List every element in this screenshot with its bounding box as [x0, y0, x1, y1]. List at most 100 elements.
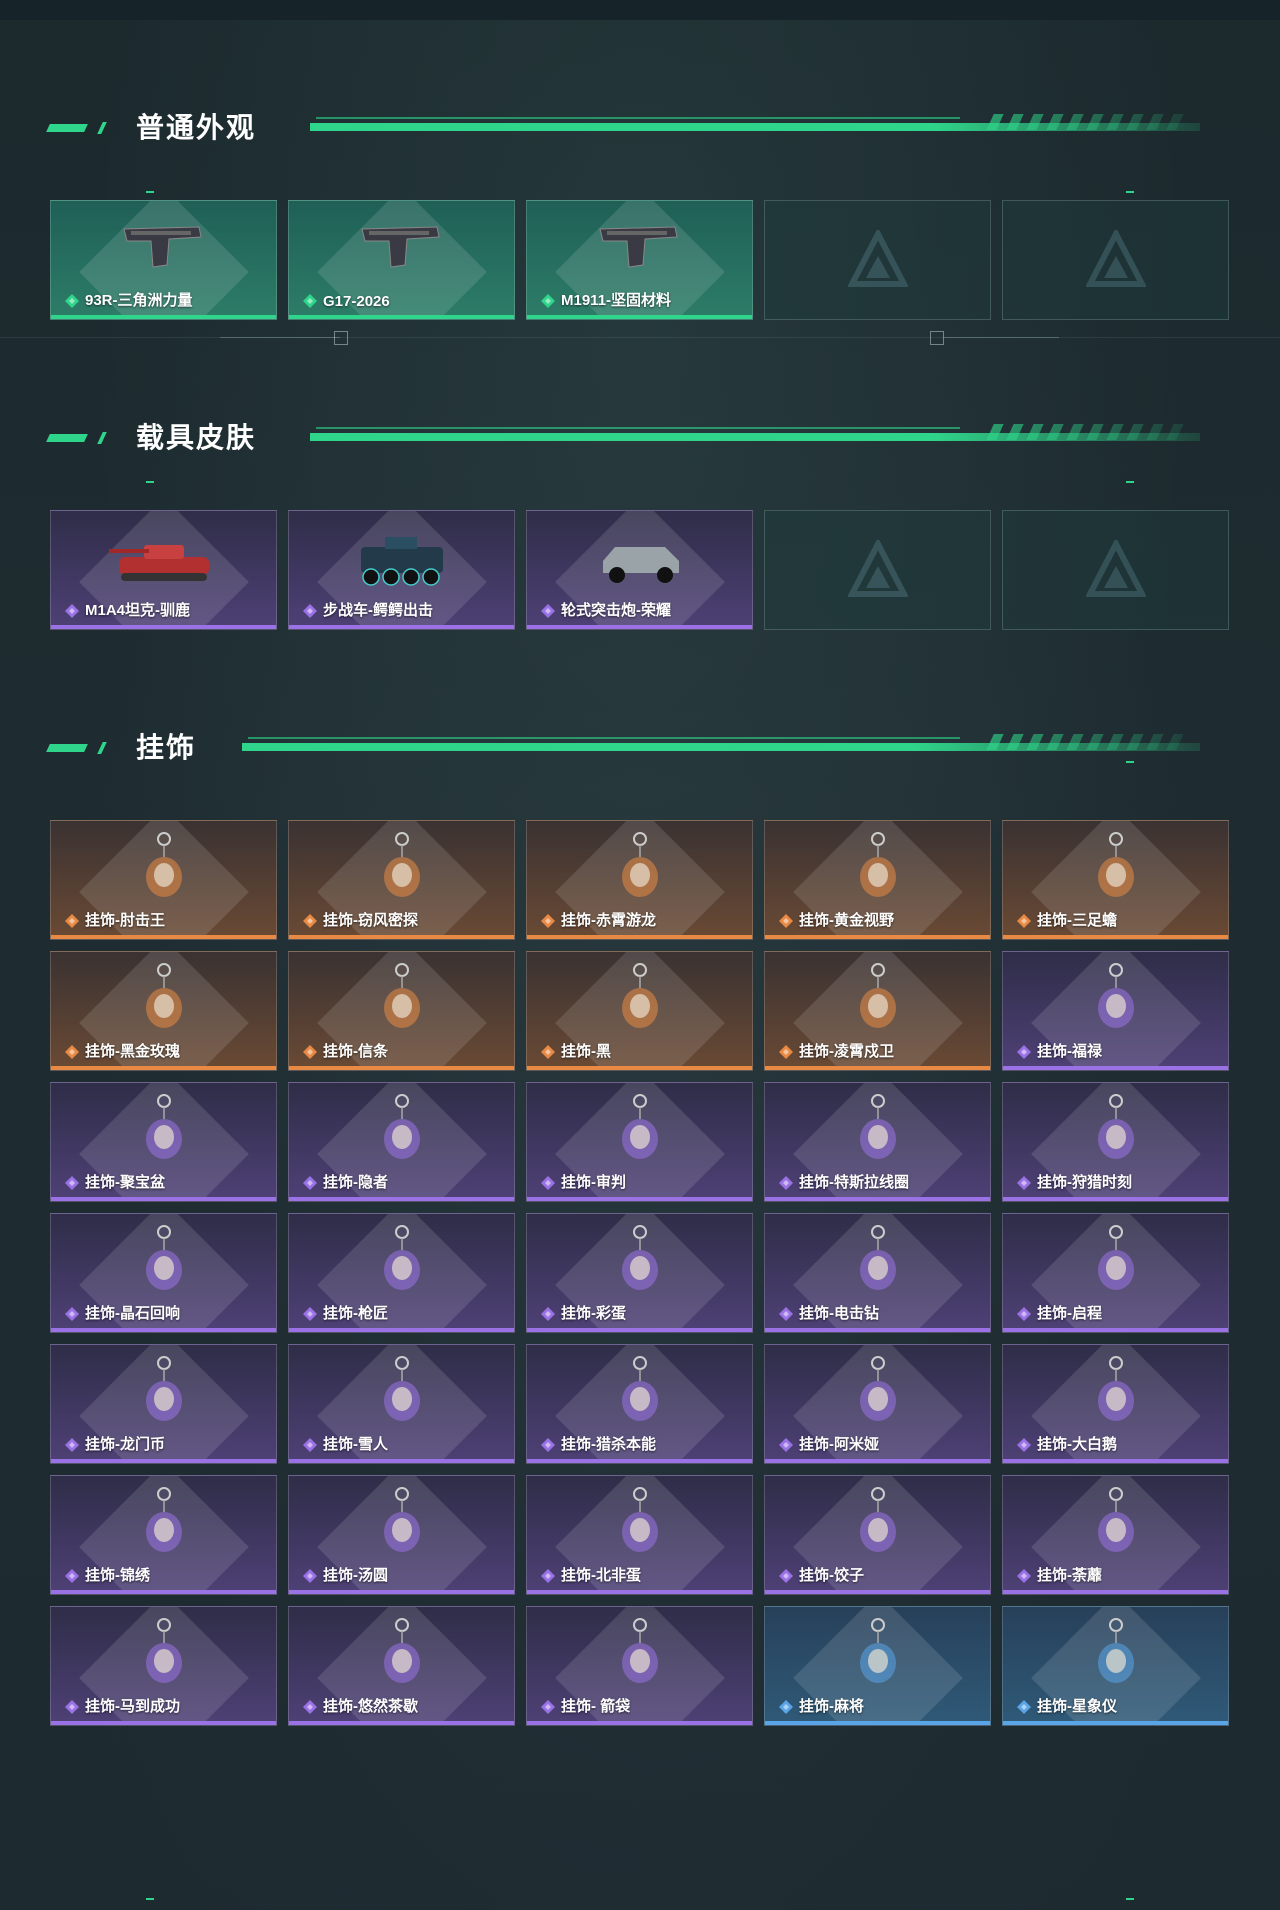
item-card[interactable]: 挂饰-龙门币 [50, 1344, 277, 1464]
item-card[interactable]: 挂饰-大白鹅 [1002, 1344, 1229, 1464]
divider-line [0, 337, 1280, 338]
item-name: 挂饰-黄金视野 [799, 912, 894, 929]
divider-line [220, 337, 340, 338]
item-name: 挂饰- 箭袋 [561, 1698, 631, 1715]
section-header-charms: 挂饰 [46, 730, 1200, 770]
charm-icon [859, 1225, 896, 1290]
item-card[interactable]: 挂饰-马到成功 [50, 1606, 277, 1726]
item-card[interactable]: 轮式突击炮-荣耀 [526, 510, 753, 630]
rarity-diamond-icon [65, 914, 79, 928]
rarity-bar [289, 1197, 514, 1201]
rarity-diamond-icon [779, 1569, 793, 1583]
divider-square [334, 331, 348, 345]
item-card[interactable]: 挂饰-彩蛋 [526, 1213, 753, 1333]
item-card[interactable]: 挂饰-信条 [288, 951, 515, 1071]
item-card[interactable]: 挂饰-晶石回响 [50, 1213, 277, 1333]
item-card[interactable]: M1A4坦克-驯鹿 [50, 510, 277, 630]
item-card[interactable]: 挂饰-麻将 [764, 1606, 991, 1726]
header-accent-dash [97, 122, 107, 134]
item-card[interactable]: 挂饰-黑金玫瑰 [50, 951, 277, 1071]
charm-icon [621, 832, 658, 897]
tick-mark [146, 191, 154, 193]
rarity-diamond-icon [303, 1176, 317, 1190]
item-card[interactable]: 挂饰-三足蟾 [1002, 820, 1229, 940]
rarity-bar [1003, 1328, 1228, 1332]
rarity-bar [51, 1590, 276, 1594]
item-card[interactable]: 挂饰-肘击王 [50, 820, 277, 940]
vehicle-skins-grid: M1A4坦克-驯鹿 步战车-鳄鳄出击 轮式突击炮-荣耀 [50, 510, 1229, 630]
item-card[interactable]: 挂饰-北非蛋 [526, 1475, 753, 1595]
charm-icon [859, 1094, 896, 1159]
delta-logo-icon [847, 540, 908, 597]
charm-icon [145, 1487, 182, 1552]
item-card[interactable]: 挂饰- 箭袋 [526, 1606, 753, 1726]
item-card[interactable]: 挂饰-隐者 [288, 1082, 515, 1202]
rarity-diamond-icon [65, 294, 79, 308]
item-card[interactable]: 挂饰-狩猎时刻 [1002, 1082, 1229, 1202]
header-thin-line [316, 117, 960, 119]
charm-icon [859, 1356, 896, 1421]
item-card[interactable]: 挂饰-枪匠 [288, 1213, 515, 1333]
header-checker-pattern [986, 114, 1184, 130]
item-card[interactable]: 挂饰-审判 [526, 1082, 753, 1202]
rarity-diamond-icon [541, 1438, 555, 1452]
charm-icon [383, 832, 420, 897]
item-name: 挂饰-彩蛋 [561, 1305, 626, 1322]
item-card[interactable]: 挂饰-阿米娅 [764, 1344, 991, 1464]
item-card[interactable]: 挂饰-黄金视野 [764, 820, 991, 940]
item-card[interactable]: 挂饰-雪人 [288, 1344, 515, 1464]
item-card[interactable]: 93R-三角洲力量 [50, 200, 277, 320]
item-name: 挂饰-信条 [323, 1043, 388, 1060]
item-name: 挂饰-隐者 [323, 1174, 388, 1191]
item-card[interactable]: 挂饰-电击钻 [764, 1213, 991, 1333]
rarity-diamond-icon [1017, 1569, 1031, 1583]
item-name: 挂饰-星象仪 [1037, 1698, 1117, 1715]
rarity-bar [289, 1328, 514, 1332]
item-card[interactable]: 挂饰-星象仪 [1002, 1606, 1229, 1726]
rarity-diamond-icon [541, 1045, 555, 1059]
rarity-diamond-icon [303, 1438, 317, 1452]
item-card[interactable]: M1911-坚固材料 [526, 200, 753, 320]
item-card[interactable]: 挂饰-悠然茶歇 [288, 1606, 515, 1726]
item-card[interactable]: 挂饰-凌霄戍卫 [764, 951, 991, 1071]
rarity-bar [527, 1197, 752, 1201]
charm-icon [383, 1094, 420, 1159]
item-card[interactable]: 挂饰-启程 [1002, 1213, 1229, 1333]
item-name: 93R-三角洲力量 [85, 292, 193, 309]
rarity-diamond-icon [65, 1569, 79, 1583]
charm-icon [621, 1225, 658, 1290]
item-card[interactable]: 挂饰-猎杀本能 [526, 1344, 753, 1464]
delta-logo-icon [1085, 230, 1146, 287]
rarity-bar [765, 1721, 990, 1725]
item-card[interactable]: 挂饰-饺子 [764, 1475, 991, 1595]
rarity-bar [51, 625, 276, 629]
charm-icon [621, 1094, 658, 1159]
item-card[interactable]: 挂饰-锦绣 [50, 1475, 277, 1595]
item-card[interactable]: 挂饰-聚宝盆 [50, 1082, 277, 1202]
rarity-bar [51, 1197, 276, 1201]
item-card[interactable]: 挂饰-福禄 [1002, 951, 1229, 1071]
charm-icon [621, 1487, 658, 1552]
item-card[interactable]: 挂饰-汤圆 [288, 1475, 515, 1595]
rarity-diamond-icon [541, 1569, 555, 1583]
item-card[interactable]: 挂饰-赤霄游龙 [526, 820, 753, 940]
item-card[interactable]: 挂饰-荼蘼 [1002, 1475, 1229, 1595]
rarity-diamond-icon [303, 1569, 317, 1583]
delta-logo-icon [1085, 540, 1146, 597]
item-card[interactable]: 挂饰-窃风密探 [288, 820, 515, 940]
item-name: 挂饰-阿米娅 [799, 1436, 879, 1453]
item-card[interactable]: G17-2026 [288, 200, 515, 320]
item-card[interactable]: 挂饰-黑 [526, 951, 753, 1071]
item-card[interactable]: 挂饰-特斯拉线圈 [764, 1082, 991, 1202]
item-card[interactable]: 步战车-鳄鳄出击 [288, 510, 515, 630]
item-name: 挂饰-赤霄游龙 [561, 912, 656, 929]
charm-icon [859, 1487, 896, 1552]
header-accent-dash [46, 434, 88, 442]
header-thin-line [248, 737, 960, 739]
item-name: 挂饰-聚宝盆 [85, 1174, 165, 1191]
rarity-bar [1003, 1066, 1228, 1070]
item-name: 挂饰-北非蛋 [561, 1567, 641, 1584]
item-name: 挂饰-饺子 [799, 1567, 864, 1584]
section-title: 载具皮肤 [136, 422, 257, 453]
empty-slot [1002, 200, 1229, 320]
